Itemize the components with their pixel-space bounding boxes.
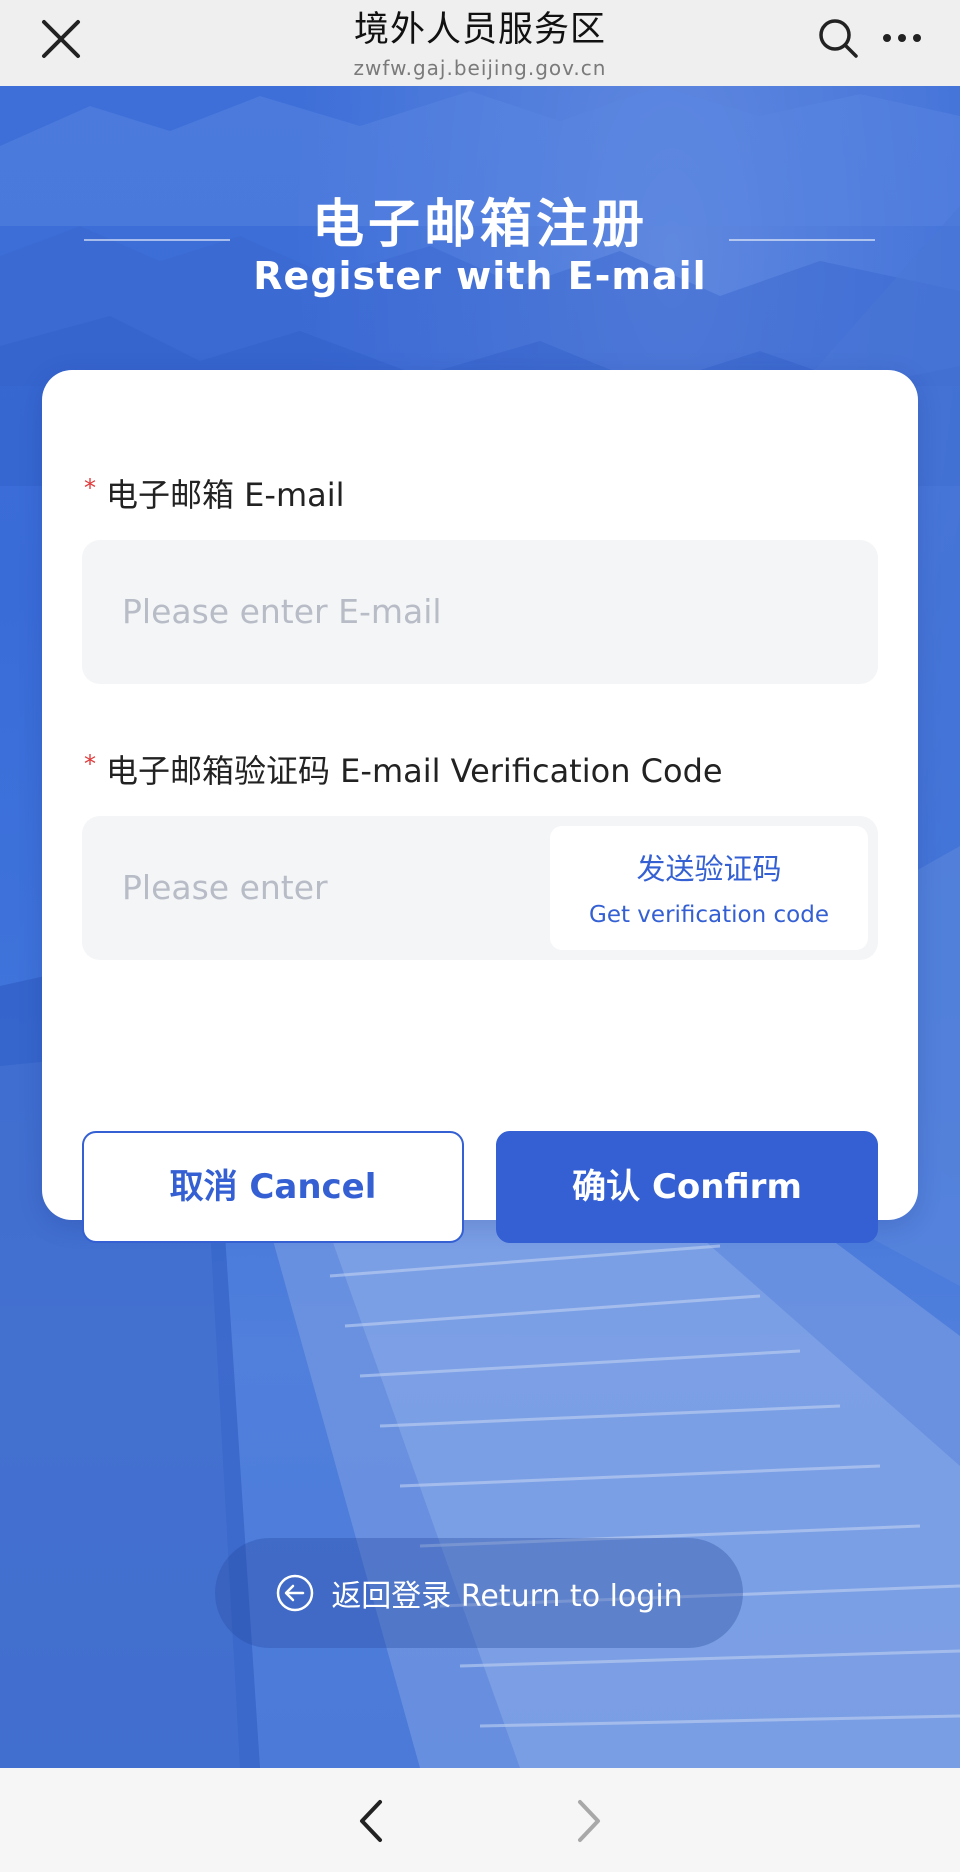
arrow-left-circle-icon (275, 1573, 315, 1613)
search-icon[interactable] (814, 14, 862, 62)
cancel-button[interactable]: 取消 Cancel (82, 1131, 464, 1243)
browser-bottom-bar (0, 1768, 960, 1872)
register-heading-en: Register with E-mail (253, 254, 707, 298)
close-icon[interactable] (38, 16, 84, 62)
code-label: * 电子邮箱验证码 E-mail Verification Code (84, 746, 723, 792)
page: 境外人员服务区 zwfw.gaj.beijing.gov.cn 电子邮箱注册 R… (0, 0, 960, 1872)
browser-top-bar: 境外人员服务区 zwfw.gaj.beijing.gov.cn (0, 0, 960, 86)
register-form-card: * 电子邮箱 E-mail Please enter E-mail * 电子邮箱验证… (42, 370, 918, 1243)
page-url: zwfw.gaj.beijing.gov.cn (353, 55, 607, 80)
required-mark: * (84, 474, 96, 502)
code-label-text: 电子邮箱验证码 E-mail Verification Code (106, 752, 723, 790)
forward-icon[interactable] (568, 1798, 608, 1844)
send-code-label-zh: 发送验证码 (636, 852, 782, 886)
send-code-button[interactable]: 发送验证码 Get verification code (550, 826, 868, 950)
back-icon[interactable] (352, 1798, 392, 1844)
send-code-label-en: Get verification code (589, 902, 829, 928)
required-mark: * (84, 750, 96, 778)
more-icon[interactable] (878, 14, 926, 62)
verification-code-field[interactable]: Please enter 发送验证码 Get verification code (82, 816, 878, 960)
register-heading-zh: 电子邮箱注册 (311, 195, 648, 255)
confirm-button[interactable]: 确认 Confirm (496, 1131, 878, 1243)
heading-divider-right (729, 239, 875, 241)
code-placeholder: Please enter (122, 868, 328, 907)
hero-background: 电子邮箱注册 Register with E-mail * 电子邮箱 E-mail… (0, 86, 960, 1768)
browser-title-block: 境外人员服务区 zwfw.gaj.beijing.gov.cn (354, 9, 607, 78)
email-label-text: 电子邮箱 E-mail (106, 476, 345, 514)
page-title: 境外人员服务区 (353, 9, 606, 50)
email-field[interactable]: Please enter E-mail (82, 540, 878, 684)
email-placeholder: Please enter E-mail (122, 592, 442, 631)
email-label: * 电子邮箱 E-mail (84, 470, 345, 516)
return-to-login-label: 返回登录 Return to login (331, 1579, 683, 1614)
return-to-login-button[interactable]: 返回登录 Return to login (215, 1538, 743, 1648)
